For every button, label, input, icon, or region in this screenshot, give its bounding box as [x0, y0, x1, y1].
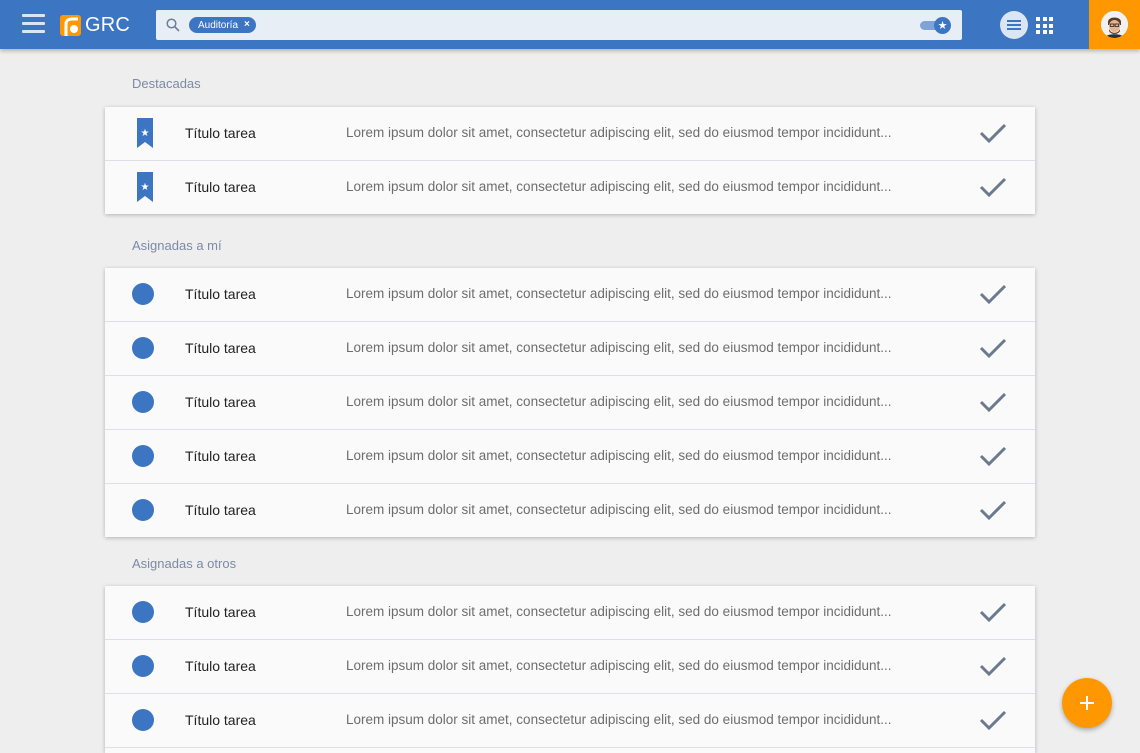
plus-icon: [1080, 696, 1094, 710]
search-input[interactable]: [266, 16, 910, 36]
task-row[interactable]: ★ Título tarea Lorem ipsum dolor sit ame…: [105, 107, 1035, 161]
task-row[interactable]: Título tarea Lorem ipsum dolor sit amet,…: [105, 484, 1035, 537]
task-title: Título tarea: [185, 604, 256, 620]
task-status-dot: [132, 391, 154, 413]
list-view-button[interactable]: [1000, 11, 1028, 39]
app-logo-text: GRC: [85, 13, 131, 36]
task-card-asignadas-a-otros: Título tarea Lorem ipsum dolor sit amet,…: [105, 586, 1035, 753]
task-row[interactable]: Título tarea Lorem ipsum dolor sit amet,…: [105, 376, 1035, 430]
task-row[interactable]: Título tarea Lorem ipsum dolor sit amet,…: [105, 268, 1035, 322]
user-menu[interactable]: [1089, 0, 1140, 49]
grc-logo-icon: [60, 14, 81, 36]
task-description: Lorem ipsum dolor sit amet, consectetur …: [346, 394, 892, 409]
task-title: Título tarea: [185, 502, 256, 518]
task-row[interactable]: Título tarea Lorem ipsum dolor sit amet,…: [105, 586, 1035, 640]
task-title: Título tarea: [185, 712, 256, 728]
task-row[interactable]: Título tarea Lorem ipsum dolor sit amet,…: [105, 694, 1035, 748]
check-icon[interactable]: [978, 390, 1008, 414]
app-header: GRC Auditoría × ★: [0, 0, 1140, 49]
task-status-dot: [132, 709, 154, 731]
star-icon: ★: [934, 17, 951, 34]
task-description: Lorem ipsum dolor sit amet, consectetur …: [346, 658, 892, 673]
svg-text:★: ★: [141, 182, 150, 193]
svg-text:★: ★: [141, 128, 150, 139]
search-bar[interactable]: Auditoría × ★: [156, 10, 962, 40]
favorites-toggle[interactable]: ★: [920, 17, 954, 34]
check-icon[interactable]: [978, 121, 1008, 145]
list-line: [1007, 20, 1021, 22]
task-status-dot: [132, 337, 154, 359]
check-icon[interactable]: [978, 600, 1008, 624]
task-row[interactable]: Título tarea Lorem ipsum dolor sit amet,…: [105, 430, 1035, 484]
check-icon[interactable]: [978, 498, 1008, 522]
task-title: Título tarea: [185, 286, 256, 302]
section-title-destacadas: Destacadas: [132, 76, 201, 91]
app-logo[interactable]: GRC: [60, 14, 130, 36]
check-icon[interactable]: [978, 282, 1008, 306]
search-icon: [166, 18, 180, 32]
task-status-dot: [132, 601, 154, 623]
list-line: [1007, 28, 1021, 30]
task-card-destacadas: ★ Título tarea Lorem ipsum dolor sit ame…: [105, 107, 1035, 214]
section-title-asignadas-a-mi: Asignadas a mí: [132, 238, 222, 253]
task-title: Título tarea: [185, 394, 256, 410]
check-icon[interactable]: [978, 444, 1008, 468]
task-title: Título tarea: [185, 125, 256, 141]
task-title: Título tarea: [185, 340, 256, 356]
task-description: Lorem ipsum dolor sit amet, consectetur …: [346, 286, 892, 301]
task-description: Lorem ipsum dolor sit amet, consectetur …: [346, 448, 892, 463]
task-description: Lorem ipsum dolor sit amet, consectetur …: [346, 125, 892, 140]
task-title: Título tarea: [185, 179, 256, 195]
task-card-asignadas-a-mi: Título tarea Lorem ipsum dolor sit amet,…: [105, 268, 1035, 537]
task-description: Lorem ipsum dolor sit amet, consectetur …: [346, 179, 892, 194]
task-row[interactable]: Título tarea Lorem ipsum dolor sit amet,…: [105, 322, 1035, 376]
add-task-button[interactable]: [1062, 678, 1112, 728]
task-status-dot: [132, 499, 154, 521]
section-title-asignadas-a-otros: Asignadas a otros: [132, 556, 237, 571]
check-icon[interactable]: [978, 654, 1008, 678]
apps-grid-icon[interactable]: [1036, 17, 1053, 34]
task-row[interactable]: Título tarea Lorem ipsum dolor sit amet,…: [105, 640, 1035, 694]
task-title: Título tarea: [185, 448, 256, 464]
bookmark-star-icon: ★: [137, 172, 153, 202]
list-line: [1007, 24, 1021, 26]
menu-icon[interactable]: [22, 14, 45, 34]
avatar: [1101, 11, 1128, 38]
filter-chip-label: Auditoría: [198, 19, 239, 31]
task-row[interactable]: ★ Título tarea Lorem ipsum dolor sit ame…: [105, 161, 1035, 214]
task-description: Lorem ipsum dolor sit amet, consectetur …: [346, 712, 892, 727]
task-description: Lorem ipsum dolor sit amet, consectetur …: [346, 340, 892, 355]
task-description: Lorem ipsum dolor sit amet, consectetur …: [346, 604, 892, 619]
chip-remove-icon[interactable]: ×: [244, 17, 250, 33]
task-status-dot: [132, 445, 154, 467]
task-title: Título tarea: [185, 658, 256, 674]
check-icon[interactable]: [978, 336, 1008, 360]
filter-chip[interactable]: Auditoría ×: [189, 17, 256, 33]
check-icon[interactable]: [978, 175, 1008, 199]
task-status-dot: [132, 283, 154, 305]
bookmark-star-icon: ★: [137, 118, 153, 148]
check-icon[interactable]: [978, 708, 1008, 732]
task-description: Lorem ipsum dolor sit amet, consectetur …: [346, 502, 892, 517]
task-status-dot: [132, 655, 154, 677]
